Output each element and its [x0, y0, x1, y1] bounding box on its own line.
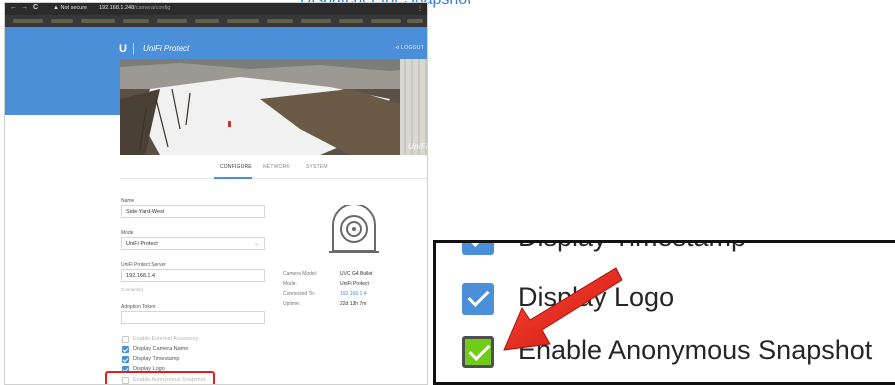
- camera-name-checkbox[interactable]: [122, 346, 129, 353]
- zoom-logo-checkbox[interactable]: [462, 283, 494, 315]
- camera-watermark: UniFi: [408, 142, 428, 151]
- mode-selected-value: UniFi Protect: [126, 241, 158, 247]
- name-input[interactable]: Side-Yard-West: [121, 205, 265, 218]
- camera-device-icon: [329, 205, 379, 253]
- warning-icon: ▲: [53, 5, 59, 11]
- url-host: 192.168.1.248: [99, 5, 135, 11]
- config-tabs: CONFIGURE NETWORK SYSTEM: [120, 159, 427, 179]
- external-accessory-checkbox[interactable]: [122, 336, 129, 343]
- zoom-timestamp-checkbox[interactable]: [462, 243, 494, 255]
- tab-network[interactable]: NETWORK: [263, 164, 290, 170]
- camera-preview-image: UniFi: [120, 59, 428, 155]
- zoom-label: Display Timestamp: [518, 243, 746, 253]
- info-row: Mode: UniFi Protect: [283, 281, 403, 291]
- brand-divider: [133, 43, 134, 54]
- reload-icon[interactable]: C: [33, 4, 38, 11]
- ubiquiti-logo-icon: U: [119, 43, 127, 55]
- browser-menu-icon[interactable]: ⋮: [417, 5, 423, 12]
- checkbox-label: Enable External Accessory: [133, 336, 199, 342]
- mode-select[interactable]: UniFi Protect ⌄: [121, 237, 265, 250]
- screenshot-stage: Dispatcher for Snapshot ← → C ▲ Not secu…: [0, 0, 895, 385]
- server-input[interactable]: 192.168.1.4: [121, 269, 265, 282]
- connected-to-link[interactable]: 192.168.1.4: [340, 291, 366, 297]
- info-row: Uptime: 22d 13h 7m: [283, 301, 403, 311]
- zoom-snapshot-checkbox[interactable]: [462, 336, 494, 368]
- mode-label: Mode: [121, 230, 134, 236]
- name-label: Name: [121, 198, 135, 204]
- info-key: Connected To:: [283, 291, 316, 297]
- browser-window: ← → C ▲ Not secure 192.168.1.248/camera/…: [4, 2, 428, 385]
- zoom-label: Enable Anonymous Snapshot: [518, 335, 873, 365]
- server-label: UniFi Protect Server: [121, 262, 167, 268]
- security-indicator[interactable]: ▲ Not secure: [53, 5, 87, 11]
- token-input[interactable]: [121, 311, 265, 324]
- server-status: Connected: [121, 287, 143, 292]
- info-row: Connected To: 192.168.1.4: [283, 291, 403, 301]
- bookmarks-bar-blurred: [5, 15, 427, 27]
- zoom-callout: Display Timestamp Display Logo Enable An…: [433, 240, 895, 385]
- tab-system[interactable]: SYSTEM: [306, 164, 328, 170]
- forward-arrow-icon[interactable]: →: [21, 4, 28, 11]
- info-key: Camera Model:: [283, 271, 318, 277]
- info-value: 22d 13h 7m: [340, 301, 367, 307]
- device-info: Camera Model: UVC G4 Bullet Mode: UniFi …: [283, 271, 403, 311]
- info-key: Uptime:: [283, 301, 301, 307]
- info-key: Mode:: [283, 281, 297, 287]
- token-label: Adoption Token: [121, 304, 156, 310]
- active-tab-indicator: [214, 177, 252, 179]
- back-arrow-icon[interactable]: ←: [10, 4, 17, 11]
- logout-button[interactable]: ⊲ LOGOUT: [395, 45, 424, 51]
- highlight-box: [105, 371, 215, 384]
- info-row: Camera Model: UVC G4 Bullet: [283, 271, 403, 281]
- zoom-label: Display Logo: [518, 282, 675, 312]
- timestamp-checkbox[interactable]: [122, 356, 129, 363]
- security-label: Not secure: [60, 5, 88, 11]
- checkbox-label: Display Timestamp: [133, 356, 180, 362]
- browser-toolbar: ← → C ▲ Not secure 192.168.1.248/camera/…: [5, 3, 427, 15]
- url-path: /camera/config: [134, 5, 171, 11]
- info-value: UVC G4 Bullet: [340, 271, 373, 277]
- address-bar[interactable]: 192.168.1.248/camera/config: [99, 5, 170, 11]
- brand-title: UniFi Protect: [143, 44, 190, 53]
- tab-configure[interactable]: CONFIGURE: [220, 164, 252, 170]
- chevron-down-icon: ⌄: [253, 241, 259, 247]
- checkbox-label: Display Camera Name: [133, 346, 189, 352]
- info-value: UniFi Protect: [340, 281, 369, 287]
